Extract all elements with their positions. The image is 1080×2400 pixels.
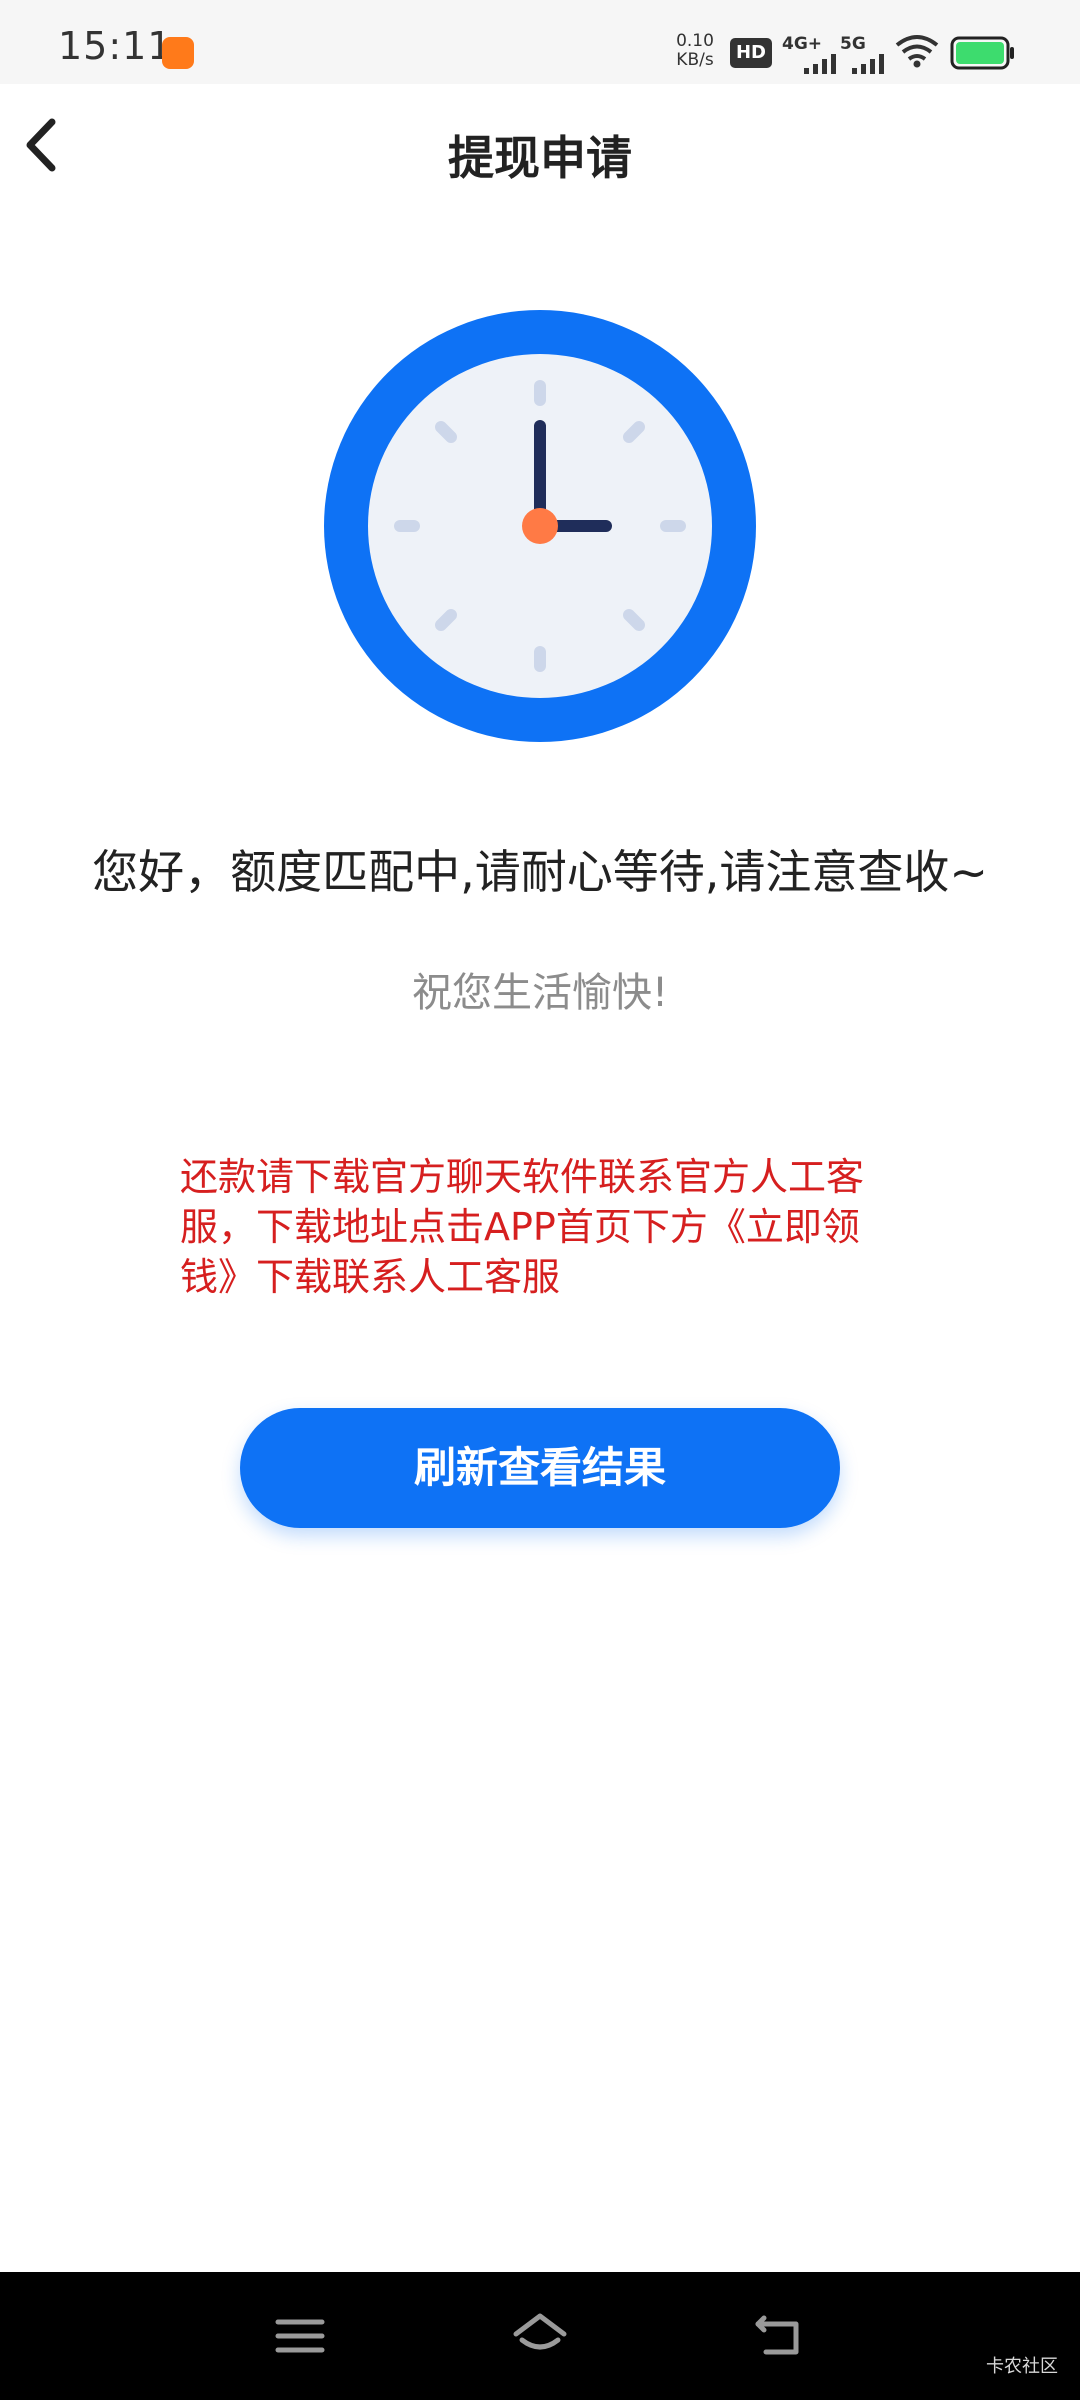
net-speed: 0.10 KB/s [668, 32, 722, 70]
system-nav-bar [0, 2272, 1080, 2400]
home-icon[interactable] [510, 2310, 570, 2362]
notice-text: 还款请下载官方聊天软件联系官方人工客服，下载地址点击APP首页下方《立即领钱》下… [180, 1155, 865, 1299]
status-bar: 15:11 0.10 KB/s HD 4G+ 5G [0, 0, 1080, 84]
back-icon[interactable] [750, 2310, 810, 2362]
clock-icon [324, 310, 756, 742]
net-speed-unit: KB/s [676, 50, 714, 70]
menu-icon[interactable] [270, 2310, 330, 2362]
status-time: 15:11 [58, 24, 173, 68]
app-notification-icon [162, 37, 194, 69]
app-header: 提现申请 [0, 84, 1080, 220]
signal-icon [804, 54, 836, 74]
signal-label-4g: 4G+ [782, 34, 823, 54]
battery-icon [950, 36, 1014, 70]
page-title: 提现申请 [448, 131, 632, 185]
wifi-icon [895, 35, 939, 68]
wish-text: 祝您生活愉快! [411, 970, 669, 1016]
refresh-result-button[interactable]: 刷新查看结果 [240, 1408, 840, 1528]
watermark: 卡农社区 [986, 2356, 1058, 2377]
signal-icon [852, 54, 884, 74]
hd-icon: HD [730, 38, 772, 68]
status-message: 您好，额度匹配中,请耐心等待,请注意查收~ [92, 845, 988, 899]
signal-label-5g: 5G [840, 34, 866, 54]
net-speed-value: 0.10 [676, 31, 714, 51]
